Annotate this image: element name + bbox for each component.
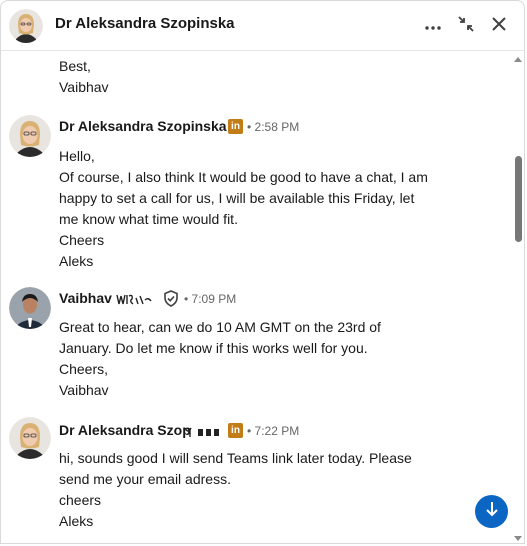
jump-to-latest-button[interactable] (475, 495, 508, 528)
message-line: me know what time would fit. (59, 211, 238, 227)
sender-name[interactable]: Dr Aleksandra Szopinska (59, 118, 227, 134)
minimize-arrows-icon (457, 15, 475, 38)
message-line: send me your email adress. (59, 471, 231, 487)
redacted-scribble (116, 294, 152, 305)
contact-name[interactable]: Dr Aleksandra Szopinska (55, 15, 235, 32)
verified-shield-icon (163, 290, 179, 312)
message-timestamp: • 7:09 PM (184, 292, 237, 306)
message-body: hi, sounds good I will send Teams link l… (59, 448, 412, 532)
linkedin-premium-icon: in (228, 119, 243, 134)
message-line: January. Do let me know if this works we… (59, 340, 368, 356)
message-line: Hello, (59, 148, 95, 164)
message-body: Best, Vaibhav (59, 56, 109, 98)
sender-name[interactable]: Dr Aleksandra Szop (59, 422, 191, 438)
more-options-button[interactable] (420, 13, 446, 39)
sender-name[interactable]: Vaibhav (59, 290, 112, 306)
message-line: Vaibhav (59, 382, 109, 398)
message-line: Vaibhav (59, 79, 109, 95)
message-line: happy to set a call for us, I will be av… (59, 190, 415, 206)
arrow-down-icon (485, 501, 499, 522)
thread-scrollbar[interactable] (510, 52, 524, 543)
message-line: Great to hear, can we do 10 AM GMT on th… (59, 319, 381, 335)
sender-avatar[interactable] (9, 287, 51, 329)
messaging-window: Dr Aleksandra Szopinska Best, Vaibhav Dr… (0, 0, 525, 544)
minimize-button[interactable] (453, 13, 479, 39)
sender-avatar[interactable] (9, 115, 51, 157)
scroll-down-arrow-icon[interactable] (514, 536, 522, 541)
message-line: Best, (59, 58, 91, 74)
close-icon (491, 16, 507, 37)
message-line: cheers (59, 492, 102, 508)
message-line: Cheers (59, 232, 105, 248)
more-horizontal-icon (425, 17, 441, 35)
scrollbar-thumb[interactable] (515, 156, 522, 242)
redacted-scribble (184, 427, 219, 437)
message-body: Great to hear, can we do 10 AM GMT on th… (59, 317, 381, 401)
message-line: Aleks (59, 253, 94, 269)
message-thread[interactable]: Best, Vaibhav Dr Aleksandra Szopinska in… (1, 52, 509, 543)
message-body: Hello, Of course, I also think It would … (59, 146, 428, 272)
message-line: Cheers, (59, 361, 109, 377)
message-line: hi, sounds good I will send Teams link l… (59, 450, 412, 466)
scroll-up-arrow-icon[interactable] (514, 57, 522, 62)
contact-avatar[interactable] (9, 9, 43, 43)
message-timestamp: • 7:22 PM (247, 424, 300, 438)
message-line: Aleks (59, 513, 94, 529)
sender-avatar[interactable] (9, 417, 51, 459)
close-button[interactable] (486, 13, 512, 39)
message-line: Of course, I also think It would be good… (59, 169, 428, 185)
linkedin-premium-icon: in (228, 423, 243, 438)
message-timestamp: • 2:58 PM (247, 120, 300, 134)
conversation-header: Dr Aleksandra Szopinska (1, 1, 524, 51)
